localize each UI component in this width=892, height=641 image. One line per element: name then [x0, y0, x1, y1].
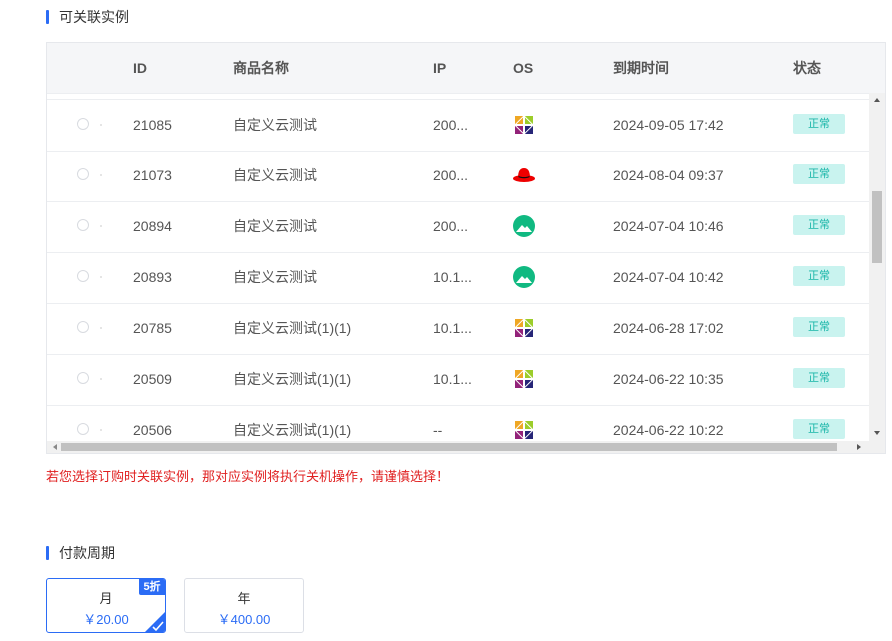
status-badge: 正常: [793, 266, 845, 286]
row-select-radio[interactable]: [77, 321, 89, 333]
radio-dot: [100, 225, 102, 227]
table-body: 21085 自定义云测试 200... 2024-09-05 17:42 正常 …: [47, 99, 869, 441]
radio-dot: [100, 429, 102, 431]
instance-id: 21073: [133, 167, 172, 183]
column-header-status: 状态: [793, 60, 821, 76]
period-price: ￥400.00: [217, 612, 271, 627]
status-badge: 正常: [793, 419, 845, 439]
scroll-down-arrow-icon[interactable]: [874, 431, 880, 435]
expire-time: 2024-08-04 09:37: [613, 167, 724, 183]
instance-ip: 200...: [433, 167, 469, 183]
instance-id: 20893: [133, 269, 172, 285]
expire-time: 2024-09-05 17:42: [613, 117, 724, 133]
expire-time: 2024-06-22 10:35: [613, 371, 724, 387]
radio-dot: [100, 327, 102, 329]
product-name: 自定义云测试: [233, 117, 317, 133]
instance-ip: 10.1...: [433, 320, 472, 336]
product-name: 自定义云测试(1)(1): [233, 422, 352, 438]
instance-id: 20509: [133, 371, 172, 387]
instances-table: ID 商品名称 IP OS 到期时间 状态 21085 自定义云测试 200..…: [46, 42, 886, 454]
scroll-right-arrow-icon[interactable]: [857, 444, 861, 450]
instance-id: 21085: [133, 117, 172, 133]
vertical-scroll-thumb[interactable]: [872, 191, 882, 263]
table-row[interactable]: 20506 自定义云测试(1)(1) -- 2024-06-22 10:22 正…: [47, 405, 869, 441]
centos-icon: [513, 317, 535, 339]
instance-ip: 200...: [433, 117, 469, 133]
radio-dot: [100, 276, 102, 278]
instance-ip: 200...: [433, 218, 469, 234]
instance-ip: 10.1...: [433, 269, 472, 285]
column-header-os: OS: [513, 60, 534, 76]
expire-time: 2024-07-04 10:46: [613, 218, 724, 234]
centos-icon: [513, 368, 535, 390]
expire-time: 2024-06-22 10:22: [613, 422, 724, 438]
table-row[interactable]: 20509 自定义云测试(1)(1) 10.1... 2024-06-22 10…: [47, 354, 869, 406]
row-select-radio[interactable]: [77, 423, 89, 435]
column-header-expire-time: 到期时间: [613, 60, 669, 76]
row-select-radio[interactable]: [77, 270, 89, 282]
scroll-up-arrow-icon[interactable]: [874, 98, 880, 102]
status-badge: 正常: [793, 114, 845, 134]
row-select-radio[interactable]: [77, 118, 89, 130]
horizontal-scrollbar[interactable]: [47, 441, 869, 453]
shutdown-warning: 若您选择订购时关联实例，那对应实例将执行关机操作，请谨慎选择！: [46, 469, 450, 484]
table-row[interactable]: 20785 自定义云测试(1)(1) 10.1... 2024-06-28 17…: [47, 303, 869, 355]
radio-dot: [100, 378, 102, 380]
scroll-left-arrow-icon[interactable]: [53, 444, 57, 450]
row-select-radio[interactable]: [77, 219, 89, 231]
table-row[interactable]: 20894 自定义云测试 200... 2024-07-04 10:46 正常: [47, 201, 869, 253]
column-header-product-name: 商品名称: [233, 60, 289, 76]
rocky-linux-icon: [513, 215, 535, 237]
instance-ip: 10.1...: [433, 371, 472, 387]
vertical-scrollbar[interactable]: [869, 93, 885, 441]
expire-time: 2024-06-28 17:02: [613, 320, 724, 336]
instance-id: 20894: [133, 218, 172, 234]
product-name: 自定义云测试: [233, 167, 317, 183]
rocky-linux-icon: [513, 266, 535, 288]
status-badge: 正常: [793, 317, 845, 337]
product-name: 自定义云测试(1)(1): [233, 371, 352, 387]
row-select-radio[interactable]: [77, 372, 89, 384]
table-row[interactable]: 20893 自定义云测试 10.1... 2024-07-04 10:42 正常: [47, 252, 869, 304]
instance-id: 20506: [133, 422, 172, 438]
period-option-year[interactable]: 年 ￥400.00: [184, 578, 304, 633]
redhat-icon: [513, 168, 535, 182]
scrollbar-corner: [869, 441, 885, 453]
discount-badge: 5折: [139, 579, 165, 595]
product-name: 自定义云测试(1)(1): [233, 320, 352, 336]
instance-id: 20785: [133, 320, 172, 336]
horizontal-scroll-thumb[interactable]: [61, 443, 837, 451]
column-header-id: ID: [133, 60, 147, 76]
table-row[interactable]: 21073 自定义云测试 200... 2024-08-04 09:37 正常: [47, 150, 869, 202]
centos-icon: [513, 419, 535, 441]
centos-icon: [513, 114, 535, 136]
row-select-radio[interactable]: [77, 168, 89, 180]
period-name: 年: [237, 591, 251, 606]
status-badge: 正常: [793, 368, 845, 388]
product-name: 自定义云测试: [233, 218, 317, 234]
period-option-month[interactable]: 月 ￥20.00 5折: [46, 578, 166, 633]
linked-instances-title: 可关联实例: [46, 9, 129, 25]
radio-dot: [100, 124, 102, 126]
expire-time: 2024-07-04 10:42: [613, 269, 724, 285]
status-badge: 正常: [793, 164, 845, 184]
table-header: ID 商品名称 IP OS 到期时间 状态: [47, 43, 885, 94]
table-row[interactable]: 21085 自定义云测试 200... 2024-09-05 17:42 正常: [47, 99, 869, 152]
payment-period-title: 付款周期: [46, 545, 115, 561]
column-header-ip: IP: [433, 60, 447, 76]
radio-dot: [100, 174, 102, 176]
product-name: 自定义云测试: [233, 269, 317, 285]
status-badge: 正常: [793, 215, 845, 235]
selected-check-icon: [145, 612, 165, 632]
instance-ip: --: [433, 422, 443, 438]
